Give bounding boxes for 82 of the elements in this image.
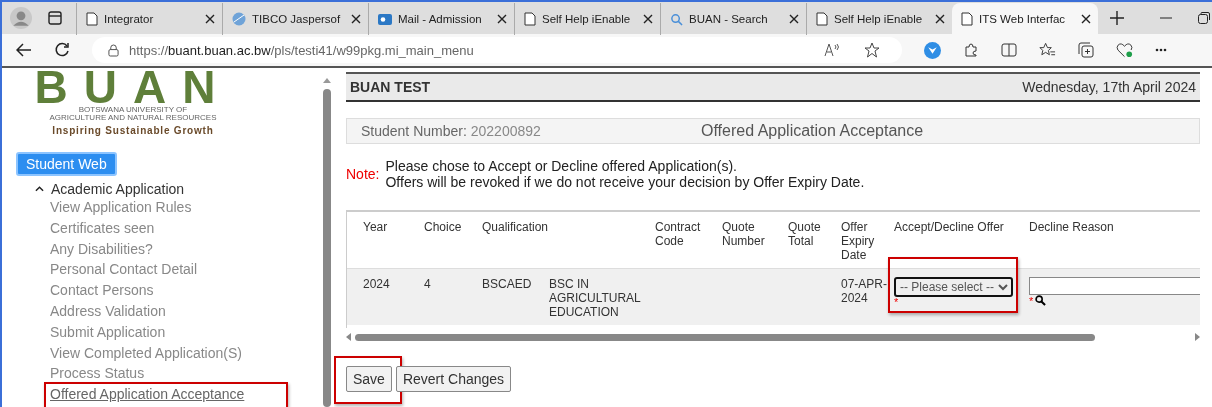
column-header: Choice bbox=[424, 212, 482, 269]
mail-icon bbox=[378, 12, 392, 26]
logo-subtitle: BOTSWANA UNIVERSITY OF bbox=[77, 106, 189, 114]
scrollbar[interactable] bbox=[346, 330, 1200, 344]
required-mark: * bbox=[894, 297, 900, 307]
collections-icon[interactable] bbox=[1078, 42, 1094, 58]
restore-icon[interactable] bbox=[1198, 12, 1210, 24]
logo-tagline: Inspiring Sustainable Growth bbox=[51, 125, 215, 136]
close-icon[interactable] bbox=[789, 14, 799, 24]
nav-link[interactable]: Personal Contact Detail bbox=[50, 261, 198, 278]
scroll-right-icon[interactable] bbox=[1195, 333, 1200, 341]
read-aloud-icon[interactable] bbox=[824, 43, 840, 57]
url-text: https://buant.buan.ac.bw/pls/testi41/w99pkg.mi_main_menu bbox=[129, 42, 475, 58]
back-icon[interactable] bbox=[16, 43, 32, 57]
table-cell: BSC IN AGRICULTURAL EDUCATION bbox=[549, 268, 655, 325]
nav-link[interactable]: Submit Application bbox=[50, 323, 166, 340]
address-field[interactable]: https://buant.buan.ac.bw/pls/testi41/w99pkg.mi_main_menu bbox=[92, 37, 902, 63]
page-icon bbox=[524, 12, 536, 26]
nav-link[interactable]: Address Validation bbox=[50, 303, 166, 319]
new-tab-icon[interactable] bbox=[1110, 11, 1124, 25]
decline-reason-field[interactable] bbox=[1029, 277, 1200, 295]
star-icon[interactable] bbox=[864, 42, 880, 58]
note-label: Note: bbox=[346, 166, 380, 182]
tab-actions-icon[interactable] bbox=[48, 11, 62, 25]
page-title: Offered Application Acceptance bbox=[701, 122, 924, 140]
favorites-icon[interactable] bbox=[1039, 42, 1056, 58]
form-button[interactable]: Save bbox=[346, 366, 392, 392]
column-header: Offer Expiry Date bbox=[841, 212, 894, 269]
form-button[interactable]: Revert Changes bbox=[395, 366, 512, 392]
column-header: Year bbox=[347, 212, 424, 269]
close-icon[interactable] bbox=[1081, 14, 1091, 24]
more-icon[interactable] bbox=[1155, 48, 1167, 52]
health-icon[interactable] bbox=[1116, 42, 1133, 58]
table-cell: BSCAED bbox=[482, 268, 549, 325]
search-icon bbox=[670, 12, 683, 26]
close-icon[interactable] bbox=[643, 14, 653, 24]
close-icon[interactable] bbox=[351, 14, 361, 24]
nav-link[interactable]: View Application Rules bbox=[50, 199, 192, 215]
nav-link[interactable]: View Completed Application(S) bbox=[50, 344, 242, 361]
profile-avatar-icon[interactable] bbox=[10, 7, 32, 29]
logo-subtitle: AGRICULTURE AND NATURAL RESOURCES bbox=[48, 114, 218, 122]
logo-wordmark: BUAN bbox=[33, 68, 233, 106]
scroll-up-icon[interactable] bbox=[323, 78, 331, 83]
table-cell: 4 bbox=[424, 268, 482, 325]
split-screen-icon[interactable] bbox=[1001, 42, 1017, 58]
table-cell: 07-APR-2024 bbox=[841, 268, 894, 325]
page-icon bbox=[86, 12, 98, 26]
nav-link[interactable]: Any Disabilities? bbox=[50, 240, 153, 257]
nav-link[interactable]: Process Status bbox=[50, 365, 145, 382]
site-title: BUAN TEST bbox=[350, 79, 431, 95]
student-number-text: Student Number: 202200892 bbox=[361, 123, 542, 139]
decision-select[interactable]: -- Please select -- bbox=[894, 277, 1013, 297]
nav-link[interactable]: Contact Persons bbox=[50, 282, 154, 299]
scroll-thumb[interactable] bbox=[323, 88, 331, 407]
column-header: Accept/Decline Offer bbox=[894, 212, 1029, 269]
column-header: Quote Number bbox=[722, 212, 788, 269]
column-header: Qualification bbox=[482, 212, 549, 269]
lock-icon bbox=[108, 43, 119, 57]
close-icon[interactable] bbox=[205, 14, 215, 24]
close-icon[interactable] bbox=[497, 14, 507, 24]
column-header: Decline Reason bbox=[1029, 212, 1200, 269]
nav-link[interactable]: Offered Application Acceptance bbox=[50, 386, 245, 403]
note-text: Please chose to Accept or Decline offered Application(s). bbox=[385, 158, 738, 174]
browser-tab[interactable]: ITS Web Interfac bbox=[952, 3, 1098, 35]
scroll-thumb[interactable] bbox=[355, 333, 1095, 341]
globe-icon bbox=[232, 12, 246, 26]
column-header: Contract Code bbox=[655, 212, 722, 269]
column-header: Quote Total bbox=[788, 212, 841, 269]
chevron-up-icon[interactable] bbox=[35, 186, 44, 192]
scroll-left-icon[interactable] bbox=[346, 333, 351, 341]
page-icon bbox=[961, 12, 973, 26]
required-mark: * bbox=[1029, 295, 1034, 306]
page-icon bbox=[816, 12, 828, 26]
nav-link[interactable]: Certificates seen bbox=[50, 219, 155, 236]
nav-section-label[interactable]: Academic Application bbox=[51, 181, 185, 197]
note-text: Offers will be revoked if we do not receive your decision by Offer Expiry Date. bbox=[385, 174, 865, 190]
reload-icon[interactable] bbox=[54, 42, 70, 58]
puzzle-icon[interactable] bbox=[963, 42, 979, 58]
table-cell: 2024 bbox=[347, 268, 424, 325]
close-icon[interactable] bbox=[935, 14, 945, 24]
search-icon[interactable] bbox=[1035, 295, 1047, 306]
date-text: Wednesday, 17th April 2024 bbox=[1022, 79, 1196, 95]
